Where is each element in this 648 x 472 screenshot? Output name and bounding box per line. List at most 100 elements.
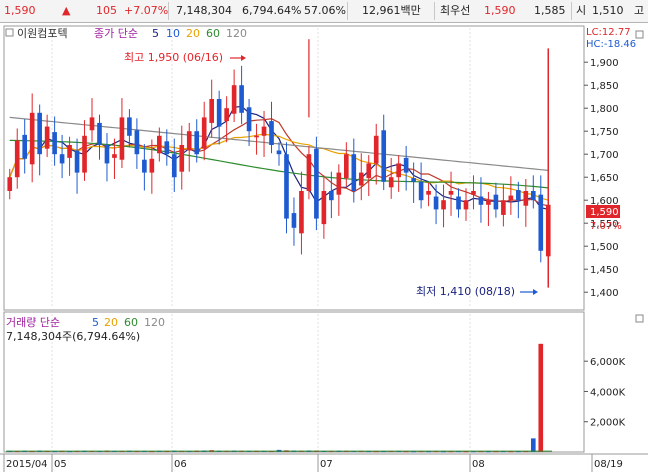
- candle-body: [29, 112, 35, 165]
- candle-body: [14, 140, 20, 178]
- vma60-legend: 60: [124, 316, 138, 329]
- candle-body: [119, 117, 125, 160]
- candle-body: [329, 191, 334, 201]
- price-tick-label: 1,400: [590, 288, 619, 299]
- stock-chart: 1,4001,4501,5001,5501,6001,6501,7001,750…: [0, 25, 648, 472]
- open-price: 1,510: [592, 4, 624, 17]
- volume-bar: [530, 438, 536, 452]
- candle-body: [456, 196, 461, 210]
- price-tick-label: 1,750: [590, 127, 619, 138]
- vma5-legend: 5: [92, 316, 99, 329]
- candle-body: [231, 85, 237, 114]
- candle-body: [142, 159, 147, 173]
- candle-body: [388, 177, 394, 188]
- candle-body: [127, 117, 132, 136]
- volume-legend-prefix: 거래량 단순: [6, 316, 60, 329]
- ma-legend-prefix: 종가 단순: [94, 27, 138, 40]
- price-axis: 1,4001,4501,5001,5501,6001,6501,7001,750…: [584, 58, 619, 299]
- candle-body: [134, 130, 140, 155]
- candle-body: [67, 145, 72, 158]
- candle-body: [284, 154, 289, 219]
- date-tick-label: 08/19: [594, 459, 623, 470]
- candle-body: [463, 200, 469, 210]
- panel-toggle-icon[interactable]: [5, 28, 14, 37]
- candle-body: [261, 126, 267, 136]
- candle-body: [97, 122, 102, 145]
- candle-body: [403, 157, 409, 173]
- candle-body: [7, 177, 13, 191]
- candle-body: [44, 126, 50, 149]
- turnover-rate: 57.06%: [304, 4, 346, 17]
- candle-body: [82, 135, 87, 173]
- bid-price: 1,585: [534, 4, 566, 17]
- date-tick-label: 06: [174, 459, 187, 470]
- ma60-legend: 60: [206, 27, 220, 40]
- candle-body: [164, 141, 170, 155]
- volume-bar: [538, 343, 544, 452]
- candle-body: [538, 194, 544, 251]
- price-panel: [3, 25, 585, 311]
- candle-body: [194, 131, 200, 155]
- volume-value: 7,148,304: [176, 4, 232, 17]
- candle-body: [186, 131, 192, 151]
- candle-body: [246, 107, 252, 132]
- price-tick-label: 1,800: [590, 104, 619, 115]
- candle-body: [216, 99, 222, 127]
- price-tick-label: 1,850: [590, 81, 619, 92]
- candle-body: [209, 99, 215, 123]
- candle-body: [299, 191, 304, 234]
- date-tick-label: 08: [472, 459, 485, 470]
- date-tick-label: 07: [320, 459, 333, 470]
- candle-body: [314, 148, 319, 219]
- candle-body: [37, 112, 42, 155]
- price-tick-label: 1,650: [590, 173, 619, 184]
- best-quote-label: 최우선: [440, 4, 471, 17]
- volume-readout: 7,148,304주(6,794.64%): [6, 330, 140, 343]
- trade-amount: 12,961백만: [362, 4, 421, 17]
- candle-body: [366, 163, 372, 179]
- candle-body: [224, 108, 229, 122]
- change-value: 105: [96, 4, 117, 17]
- candle-body: [201, 117, 207, 149]
- candle-body: [276, 150, 282, 155]
- price-panel-toggle-icon[interactable]: [635, 30, 644, 39]
- candle-body: [171, 154, 177, 178]
- vma20-legend: 20: [104, 316, 118, 329]
- candle-body: [59, 154, 65, 164]
- volume-panel-toggle-icon[interactable]: [635, 314, 644, 323]
- candle-body: [336, 172, 342, 195]
- candle-body: [179, 145, 185, 172]
- candle-body: [396, 163, 401, 178]
- candle-body: [433, 196, 439, 210]
- candle-body: [426, 191, 431, 195]
- price-legend: 이원컴포텍 종가 단순 5 10 20 60 120: [5, 27, 247, 40]
- candle-body: [89, 117, 95, 131]
- current-price: 1,590: [4, 4, 36, 17]
- volume-tick-label: 4,000K: [590, 387, 626, 398]
- candle-body: [373, 135, 379, 164]
- candle-body: [306, 154, 312, 191]
- candle-body: [471, 191, 476, 195]
- change-arrow-icon: ▲: [62, 4, 71, 17]
- candle-body: [112, 154, 117, 158]
- open-label: 시: [576, 4, 587, 17]
- volume-tick-label: 2,000K: [590, 418, 626, 429]
- price-tick-label: 1,500: [590, 242, 619, 253]
- candle-body: [52, 132, 57, 155]
- candle-body: [321, 191, 327, 225]
- ma10-legend: 10: [166, 27, 180, 40]
- low-annotation: 최저 1,410 (08/18): [416, 285, 515, 298]
- date-tick-label: 2015/04: [6, 459, 48, 470]
- volume-tick-label: 6,000K: [590, 357, 626, 368]
- candle-body: [291, 213, 297, 228]
- candle-body: [351, 154, 357, 191]
- candle-body: [239, 85, 244, 113]
- ma20-legend: 20: [186, 27, 200, 40]
- price-tick-label: 1,700: [590, 150, 619, 161]
- candle-body: [501, 200, 506, 215]
- candle-body: [418, 181, 424, 201]
- ma120-legend: 120: [226, 27, 247, 40]
- date-axis: 2015/04 05 06 07 08 08/19: [3, 454, 623, 472]
- change-percent: +7.07%: [124, 4, 169, 17]
- stock-name: 이원컴포텍: [17, 27, 68, 40]
